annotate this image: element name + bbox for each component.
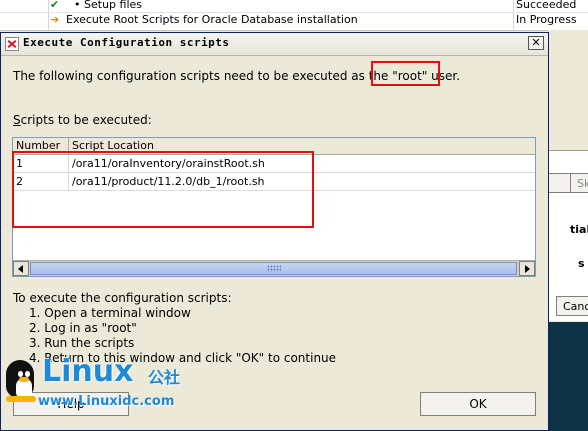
desktop-background (548, 322, 588, 431)
instruction-step: 1. Open a terminal window (29, 306, 191, 320)
task-name: Setup files (84, 0, 142, 11)
background-task-list: ✔ • Setup files Succeeded ➔ Execute Root… (0, 0, 588, 31)
details-text: s (578, 257, 585, 270)
instructions-title: To execute the configuration scripts: (13, 291, 232, 305)
task-row-setup-files: ✔ • Setup files Succeeded (0, 0, 588, 12)
instruction-step: 2. Log in as "root" (29, 321, 137, 335)
tux-penguin-icon (6, 360, 34, 400)
dialog-titlebar[interactable]: Execute Configuration scripts ✕ (1, 33, 548, 56)
instruction-step: 3. Run the scripts (29, 336, 135, 350)
root-highlight-box (371, 61, 440, 86)
grip-icon (267, 265, 281, 272)
task-status: In Progress (516, 13, 577, 26)
horizontal-scrollbar[interactable] (13, 260, 535, 276)
arrow-right-icon: ➔ (50, 13, 60, 26)
linuxidc-watermark: Linux 公社 www.Linuxidc.com (2, 354, 202, 431)
scrollbar-thumb[interactable] (30, 262, 517, 275)
task-status: Succeeded (516, 0, 577, 11)
scroll-right-icon[interactable] (519, 261, 535, 276)
details-text: tial, (570, 223, 588, 236)
close-icon: ✕ (531, 36, 541, 49)
watermark-cn: 公社 (148, 368, 181, 387)
app-icon (5, 37, 19, 51)
cancel-button-partial[interactable]: Cance (556, 296, 588, 316)
task-row-execute-root-scripts: ➔ Execute Root Scripts for Oracle Databa… (0, 13, 588, 27)
scroll-left-icon[interactable] (13, 261, 29, 276)
skip-button-partial[interactable]: Sk (570, 173, 588, 193)
close-button[interactable]: ✕ (528, 36, 544, 50)
dialog-title: Execute Configuration scripts (23, 36, 230, 49)
task-name: Execute Root Scripts for Oracle Database… (66, 13, 358, 26)
bullet: • (74, 0, 81, 11)
watermark-logo: Linux (42, 354, 134, 389)
watermark-url: www.Linuxidc.com (38, 394, 175, 409)
scripts-highlight-box (12, 151, 314, 228)
check-icon: ✔ (50, 0, 60, 11)
scripts-label: Scripts to be executed: (13, 113, 152, 127)
ok-button[interactable]: OK (420, 392, 536, 416)
